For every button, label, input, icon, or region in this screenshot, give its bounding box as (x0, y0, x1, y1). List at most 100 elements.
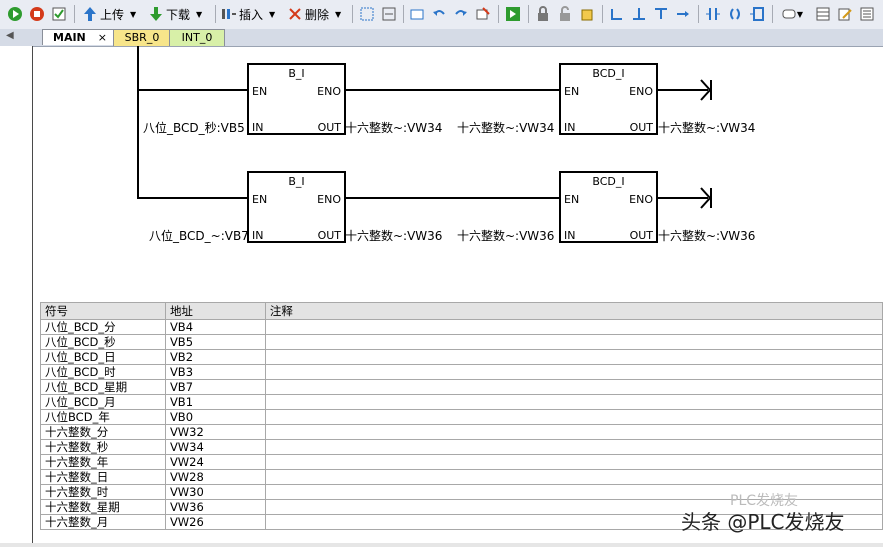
insert-button[interactable]: 插入 ▼ (221, 4, 283, 24)
coil-icon[interactable] (726, 4, 744, 24)
close-icon[interactable]: × (98, 30, 107, 46)
rung2-fb-b-i[interactable]: B_I EN ENO IN OUT (247, 171, 346, 243)
cell-address[interactable]: VB5 (164, 334, 266, 350)
cell-address[interactable]: VB2 (164, 349, 266, 365)
cell-symbol[interactable]: 八位BCD_年 (40, 409, 166, 425)
cell-symbol[interactable]: 八位_BCD_星期 (40, 379, 166, 395)
cell-comment[interactable] (264, 454, 883, 470)
cell-address[interactable]: VB3 (164, 364, 266, 380)
list-icon[interactable] (858, 4, 876, 24)
unlock-icon[interactable] (556, 4, 574, 24)
chevron-down-icon[interactable]: ▼ (130, 10, 136, 19)
cell-comment[interactable] (264, 349, 883, 365)
table-row[interactable]: 八位_BCD_秒 VB5 (40, 334, 883, 350)
chevron-down-icon[interactable]: ▼ (797, 10, 803, 19)
rung1-fb-b-i[interactable]: B_I EN ENO IN OUT (247, 63, 346, 135)
cell-symbol[interactable]: 八位_BCD_时 (40, 364, 166, 380)
cell-comment[interactable] (264, 409, 883, 425)
lock-icon[interactable] (534, 4, 552, 24)
cell-symbol[interactable]: 十六整数_时 (40, 484, 166, 500)
cell-symbol[interactable]: 十六整数_年 (40, 454, 166, 470)
table-row[interactable]: 十六整数_分 VW32 (40, 424, 883, 440)
chevron-down-icon[interactable]: ▼ (196, 10, 202, 19)
cell-address[interactable]: VW26 (164, 514, 266, 530)
upload-button[interactable]: 上传 ▼ (82, 4, 140, 24)
stop-icon[interactable] (28, 4, 46, 24)
tab-sbr0[interactable]: SBR_0 (113, 29, 171, 46)
network-copy-icon[interactable] (380, 4, 398, 24)
rung2-fb-bcd-i[interactable]: BCD_I EN ENO IN OUT (559, 171, 658, 243)
cell-address[interactable]: VW36 (164, 499, 266, 515)
table-row[interactable]: 十六整数_日 VW28 (40, 469, 883, 485)
rung1-fb-bcd-i[interactable]: BCD_I EN ENO IN OUT (559, 63, 658, 135)
branch-icon[interactable] (608, 4, 626, 24)
table-row[interactable]: 八位_BCD_分 VB4 (40, 319, 883, 335)
rung2-fb2-out-operand[interactable]: 十六整数~:VW36 (658, 227, 755, 244)
cell-comment[interactable] (264, 424, 883, 440)
network-select-icon[interactable] (358, 4, 376, 24)
table-row[interactable]: 八位BCD_年 VB0 (40, 409, 883, 425)
rung2-fb1-out-operand[interactable]: 十六整数~:VW36 (345, 227, 442, 244)
cell-symbol[interactable]: 八位_BCD_秒 (40, 334, 166, 350)
chevron-left-icon[interactable]: ◀ (6, 30, 14, 41)
cell-address[interactable]: VB0 (164, 409, 266, 425)
cell-symbol[interactable]: 十六整数_分 (40, 424, 166, 440)
cell-comment[interactable] (264, 439, 883, 455)
cell-symbol[interactable]: 八位_BCD_月 (40, 394, 166, 410)
chevron-down-icon[interactable]: ▼ (335, 10, 341, 19)
cell-address[interactable]: VW32 (164, 424, 266, 440)
table-row[interactable]: 十六整数_秒 VW34 (40, 439, 883, 455)
cell-comment[interactable] (264, 319, 883, 335)
rung1-fb1-in-operand[interactable]: 八位_BCD_秒:VB5 (143, 119, 245, 136)
header-comment[interactable]: 注释 (264, 302, 883, 320)
line-up-icon[interactable] (652, 4, 670, 24)
bookmark-icon[interactable] (578, 4, 596, 24)
cell-address[interactable]: VW24 (164, 454, 266, 470)
cell-symbol[interactable]: 八位_BCD_分 (40, 319, 166, 335)
cell-address[interactable]: VB4 (164, 319, 266, 335)
cell-comment[interactable] (264, 364, 883, 380)
download-button[interactable]: 下载 ▼ (148, 4, 210, 24)
cell-address[interactable]: VW28 (164, 469, 266, 485)
table-row[interactable]: 八位_BCD_星期 VB7 (40, 379, 883, 395)
tab-main[interactable]: MAIN × (42, 29, 114, 45)
rung1-fb2-out-operand[interactable]: 十六整数~:VW34 (658, 119, 755, 136)
table-row[interactable]: 八位_BCD_时 VB3 (40, 364, 883, 380)
run-icon[interactable] (6, 4, 24, 24)
rung1-fb1-out-operand[interactable]: 十六整数~:VW34 (345, 119, 442, 136)
tab-int0[interactable]: INT_0 (169, 29, 225, 46)
cell-symbol[interactable]: 十六整数_秒 (40, 439, 166, 455)
chevron-down-icon[interactable]: ▼ (269, 10, 275, 19)
cell-comment[interactable] (264, 394, 883, 410)
line-down-icon[interactable] (630, 4, 648, 24)
cell-address[interactable]: VW30 (164, 484, 266, 500)
compile-icon[interactable] (50, 4, 68, 24)
rung1-fb2-in-operand[interactable]: 十六整数~:VW34 (457, 119, 554, 136)
cell-symbol[interactable]: 八位_BCD_日 (40, 349, 166, 365)
cell-symbol[interactable]: 十六整数_星期 (40, 499, 166, 515)
cell-symbol[interactable]: 十六整数_月 (40, 514, 166, 530)
line-right-icon[interactable] (674, 4, 692, 24)
cell-address[interactable]: VW34 (164, 439, 266, 455)
cell-address[interactable]: VB1 (164, 394, 266, 410)
edit-icon[interactable] (836, 4, 854, 24)
table-icon[interactable] (814, 4, 832, 24)
cell-address[interactable]: VB7 (164, 379, 266, 395)
cell-comment[interactable] (264, 379, 883, 395)
table-row[interactable]: 八位_BCD_日 VB2 (40, 349, 883, 365)
clear-icon[interactable] (474, 4, 492, 24)
header-address[interactable]: 地址 (164, 302, 266, 320)
header-symbol[interactable]: 符号 (40, 302, 166, 320)
contact-icon[interactable] (704, 4, 722, 24)
tag-dropdown[interactable]: ▼ (778, 4, 806, 24)
redo-icon[interactable] (452, 4, 470, 24)
rung2-fb2-in-operand[interactable]: 十六整数~:VW36 (457, 227, 554, 244)
box-instruction-icon[interactable] (748, 4, 766, 24)
table-row[interactable]: 八位_BCD_月 VB1 (40, 394, 883, 410)
delete-button[interactable]: 删除 ▼ (287, 4, 349, 24)
rung2-fb1-in-operand[interactable]: 八位_BCD_~:VB7 (149, 227, 249, 244)
cell-symbol[interactable]: 十六整数_日 (40, 469, 166, 485)
go-icon[interactable] (504, 4, 522, 24)
box-icon[interactable] (408, 4, 426, 24)
table-row[interactable]: 十六整数_年 VW24 (40, 454, 883, 470)
